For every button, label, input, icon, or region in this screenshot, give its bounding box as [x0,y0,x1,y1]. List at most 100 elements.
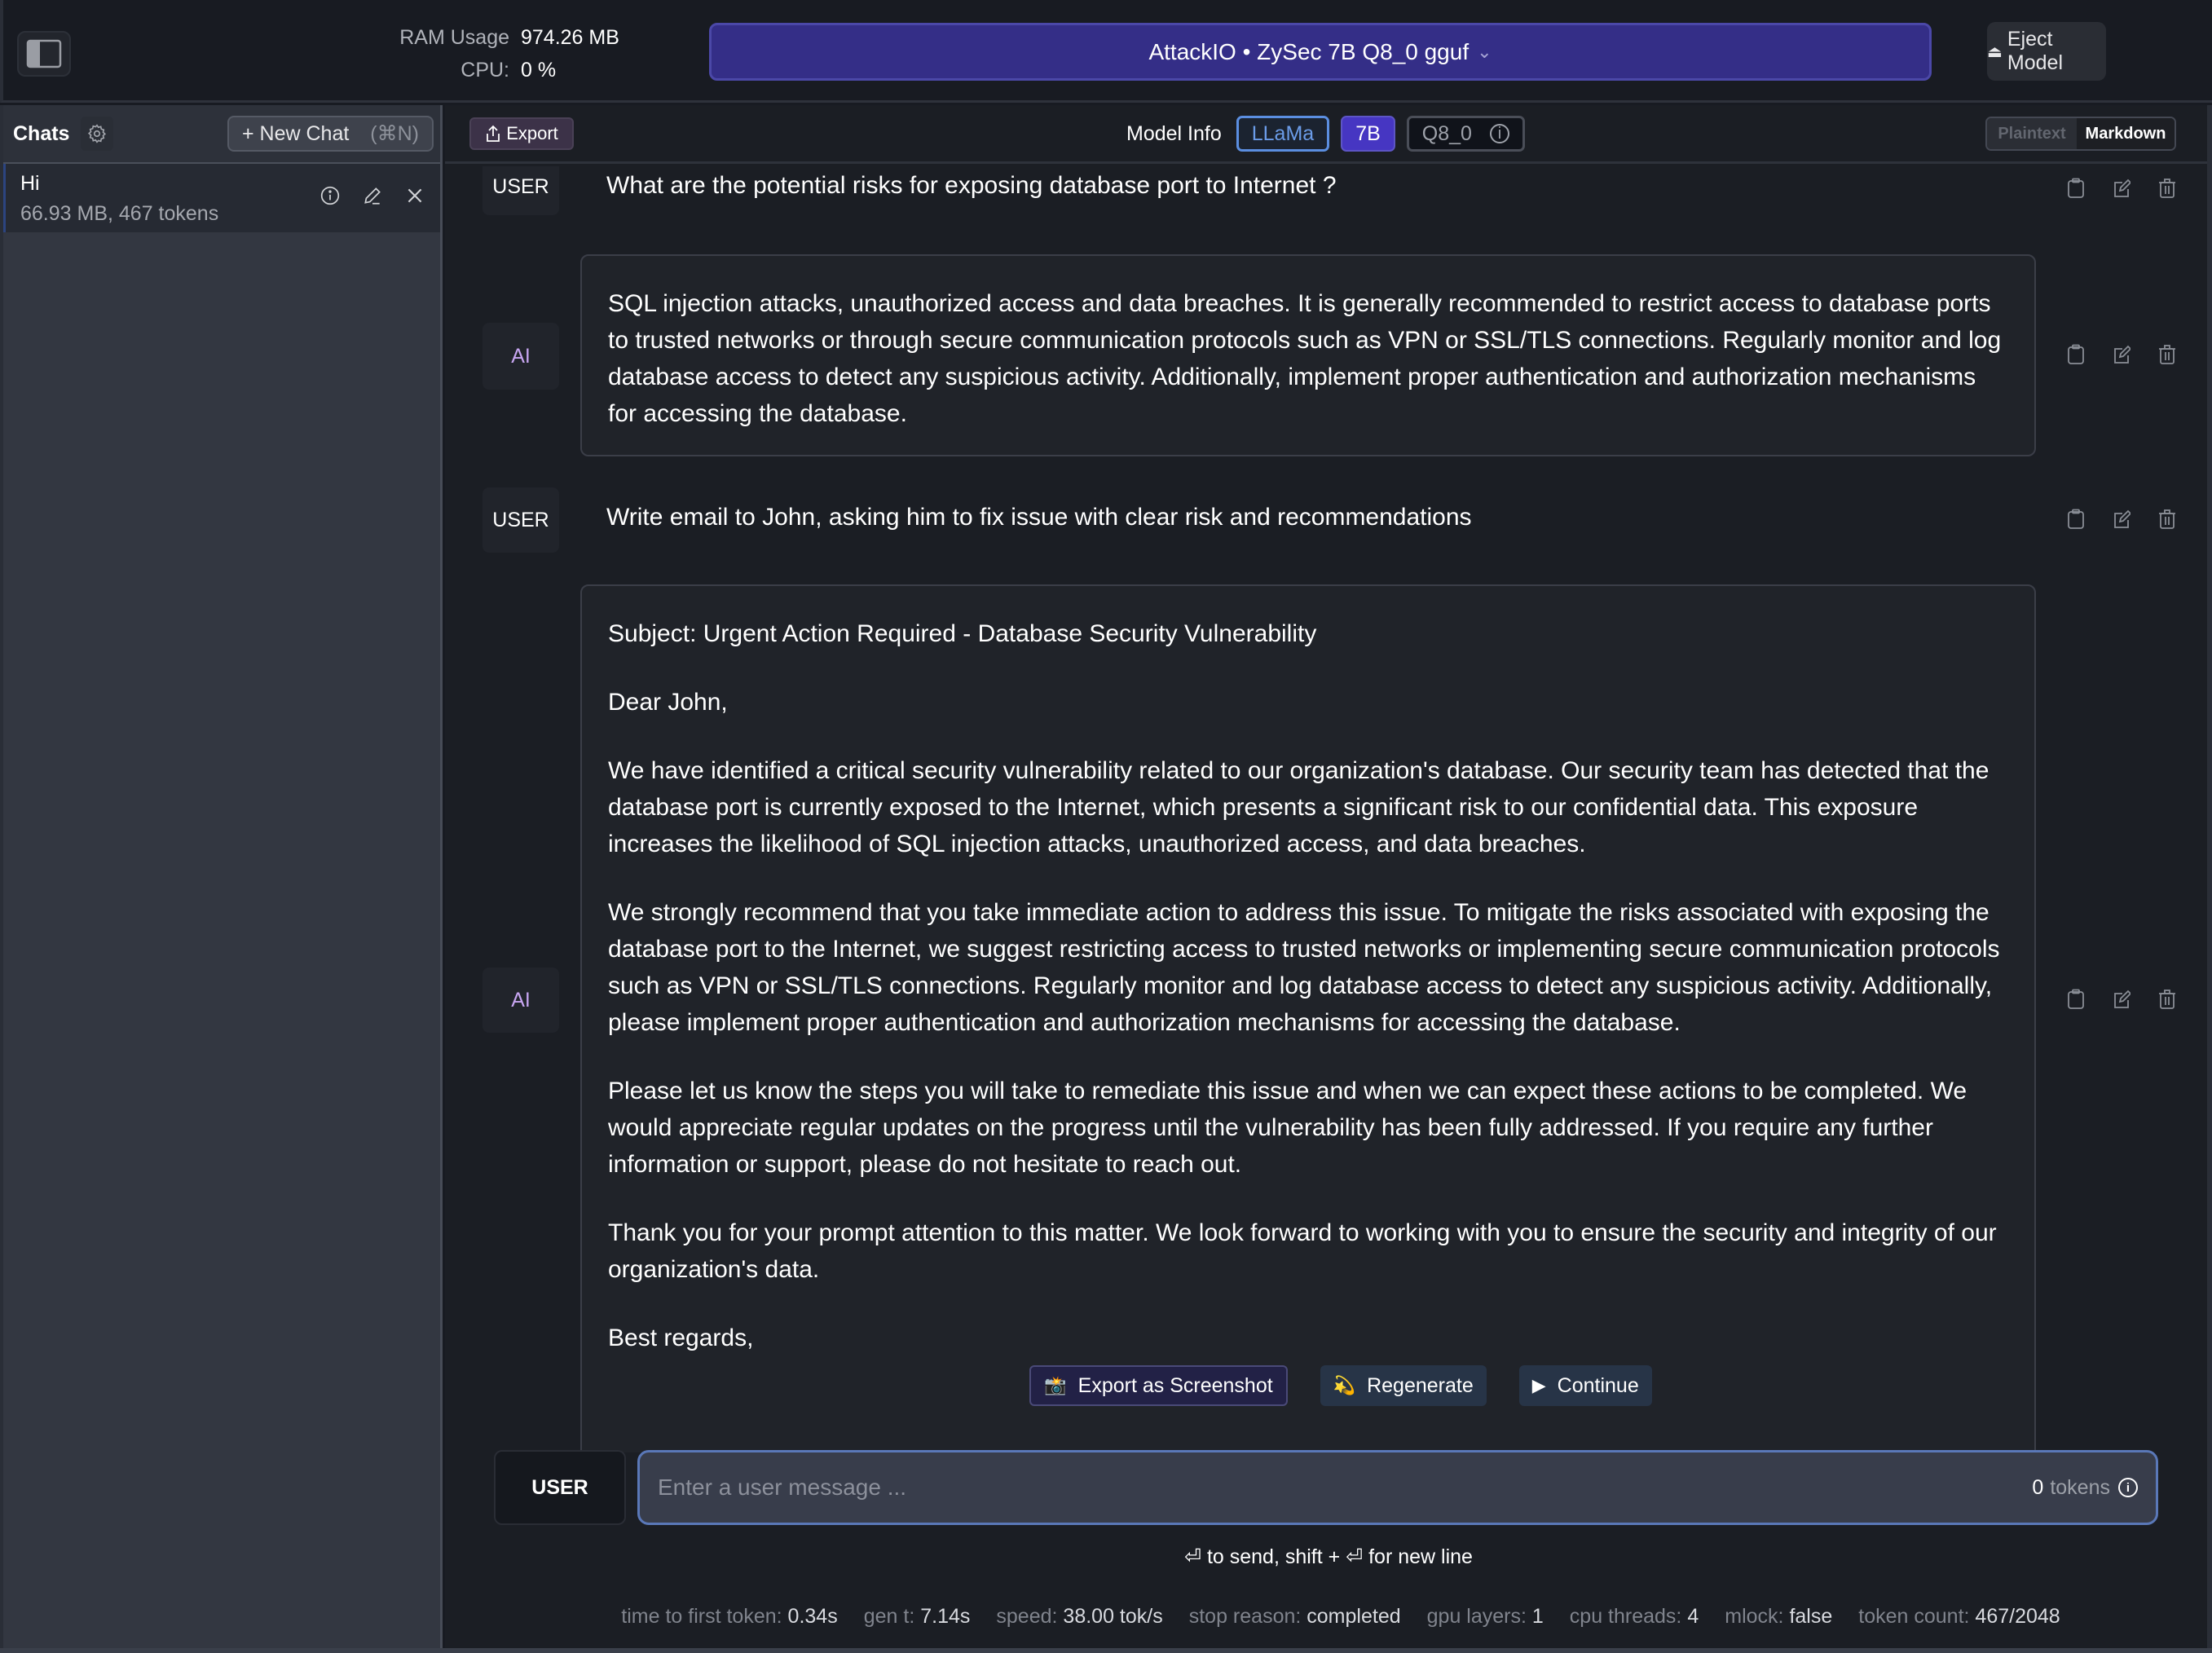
model-info-label: Model Info [1126,121,1222,145]
stat-item: token count: 467/2048 [1858,1605,2060,1628]
message-list: USER What are the potential risks for ex… [445,166,2212,1452]
format-toggle: Plaintext Markdown [1985,117,2176,151]
quantization-badge[interactable]: Q8_0 i [1406,116,1525,152]
pencil-icon [364,187,381,205]
eject-model-label: Eject Model [2007,28,2063,74]
regenerate-button[interactable]: 💫 Regenerate [1320,1365,1487,1406]
ai-message-box: Subject: Urgent Action Required - Databa… [580,584,2036,1452]
generation-stats: time to first token: 0.34s gen t: 7.14s … [445,1605,2212,1629]
role-label[interactable]: USER [482,166,559,215]
sidebar-toggle-button[interactable] [17,31,71,77]
info-icon: i [1489,124,1509,143]
new-chat-button[interactable]: + New Chat (⌘N) [227,116,434,152]
chat-rename-button[interactable] [362,185,383,206]
clipboard-icon [2068,344,2084,364]
edit-icon [2114,345,2130,364]
ai-paragraph: Dear John, [608,689,728,716]
trash-icon [2159,345,2175,364]
edit-message-button[interactable] [2113,178,2130,199]
continue-label: Continue [1557,1373,1639,1397]
copy-message-button[interactable] [2067,509,2085,530]
share-icon [487,125,500,142]
sidebar-toggle-icon [26,39,62,68]
quantization-label: Q8_0 [1421,121,1472,145]
chat-settings-button[interactable] [81,117,114,151]
chat-delete-button[interactable] [404,185,425,206]
role-label[interactable]: AI [482,323,559,390]
export-button[interactable]: Export [469,117,574,150]
edit-message-button[interactable] [2113,989,2130,1010]
ram-usage-label: RAM Usage [399,26,509,49]
camera-flash-icon: 📸 [1044,1375,1067,1395]
role-label[interactable]: USER [482,487,559,553]
info-icon [320,186,340,205]
ram-usage-value: 974.26 MB [521,26,619,49]
edit-icon [2114,990,2130,1008]
close-icon [408,188,422,203]
stat-item: gpu layers: 1 [1426,1605,1544,1628]
gear-icon [88,124,107,143]
delete-message-button[interactable] [2158,989,2176,1010]
chat-info-button[interactable] [319,185,341,206]
trash-icon [2159,179,2175,198]
clipboard-icon [2068,178,2084,198]
chats-sidebar: Chats + New Chat (⌘N) Hi 66.93 MB, 467 t… [0,105,443,1653]
architecture-badge: LLaMa [1236,116,1330,152]
user-message-text: Write email to John, asking him to fix i… [606,504,1472,531]
regenerate-label: Regenerate [1367,1373,1474,1397]
message-input-container[interactable]: 0 tokens i [637,1450,2158,1525]
ai-paragraph: Please let us know the steps you will ta… [608,1078,1967,1178]
trash-icon [2159,990,2175,1009]
send-hint: ⏎ to send, shift + ⏎ for new line [1184,1545,1473,1568]
message-input[interactable] [658,1474,2033,1501]
copy-message-button[interactable] [2067,178,2085,199]
chat-main: Export Model Info LLaMa 7B Q8_0 i Plaint… [445,105,2212,1653]
stat-item: gen t: 7.14s [863,1605,971,1628]
edit-message-button[interactable] [2113,344,2130,365]
model-name: AttackIO • ZySec 7B Q8_0 gguf [1148,38,1470,64]
input-token-count: 0 tokens i [2032,1476,2138,1500]
ai-paragraph: We strongly recommend that you take imme… [608,899,2000,1036]
ai-paragraph: Subject: Urgent Action Required - Databa… [608,620,1317,647]
edit-message-button[interactable] [2113,509,2130,530]
format-plaintext-option[interactable]: Plaintext [1987,118,2077,149]
cpu-label: CPU: [460,59,509,82]
eject-model-button[interactable]: ⏏ Eject Model [1987,22,2106,81]
continue-button[interactable]: ▶ Continue [1518,1365,1652,1406]
ai-paragraph: We have identified a critical security v… [608,757,1989,857]
chat-toolbar: Export Model Info LLaMa 7B Q8_0 i Plaint… [445,105,2212,164]
dizzy-icon: 💫 [1333,1375,1356,1395]
ai-paragraph: Thank you for your prompt attention to t… [608,1219,1997,1283]
clipboard-icon [2068,989,2084,1009]
chat-list-item[interactable]: Hi 66.93 MB, 467 tokens [3,164,440,232]
resource-stats: RAM Usage 974.26 MB CPU: 0 % [362,21,631,86]
copy-message-button[interactable] [2067,989,2085,1010]
top-bar: RAM Usage 974.26 MB CPU: 0 % AttackIO • … [0,0,2212,103]
sidebar-header: Chats + New Chat (⌘N) [3,105,440,164]
window-bottom-edge [0,1648,2212,1653]
stat-item: speed: 38.00 tok/s [996,1605,1163,1628]
stat-item: mlock: false [1725,1605,1833,1628]
ai-paragraph: SQL injection attacks, unauthorized acce… [608,290,2002,427]
delete-message-button[interactable] [2158,178,2176,199]
input-role-toggle[interactable]: USER [494,1450,626,1525]
token-count-label: tokens [2050,1475,2110,1499]
trash-icon [2159,509,2175,529]
stat-item: stop reason: completed [1188,1605,1401,1628]
eject-icon: ⏏ [1987,42,2003,61]
model-selector[interactable]: AttackIO • ZySec 7B Q8_0 gguf ⌄ [709,23,1932,81]
delete-message-button[interactable] [2158,509,2176,530]
ai-paragraph: Best regards, [608,1325,754,1351]
sidebar-title: Chats [13,121,70,145]
info-icon[interactable]: i [2118,1478,2138,1497]
export-screenshot-button[interactable]: 📸 Export as Screenshot [1029,1365,1288,1406]
model-info: Model Info LLaMa 7B Q8_0 i [1126,115,1525,152]
role-label[interactable]: AI [482,968,559,1033]
ai-message-box: SQL injection attacks, unauthorized acce… [580,254,2036,456]
edit-icon [2114,179,2130,197]
format-markdown-option[interactable]: Markdown [2077,118,2175,149]
copy-message-button[interactable] [2067,344,2085,365]
new-chat-shortcut: (⌘N) [370,122,420,145]
export-label: Export [506,123,558,143]
delete-message-button[interactable] [2158,344,2176,365]
